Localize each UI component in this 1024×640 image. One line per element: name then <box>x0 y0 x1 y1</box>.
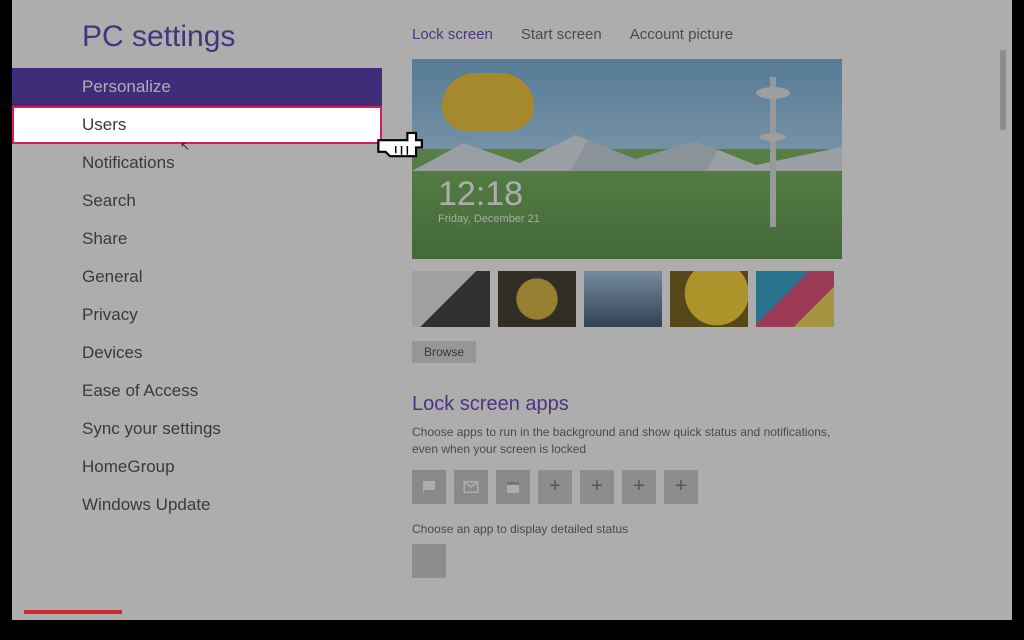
lockscreen-apps-desc: Choose apps to run in the background and… <box>412 424 842 458</box>
page-title: PC settings <box>12 14 382 68</box>
sidebar-item-share[interactable]: Share <box>12 220 382 258</box>
lockscreen-thumbnails <box>412 271 982 327</box>
scrollbar[interactable] <box>1000 50 1006 130</box>
sidebar-item-windows-update[interactable]: Windows Update <box>12 486 382 524</box>
quick-status-slot-mail[interactable] <box>454 470 488 504</box>
personalize-panel: Lock screen Start screen Account picture 1… <box>382 0 1012 620</box>
lockscreen-preview[interactable]: 12:18 Friday, December 21 <box>412 59 842 259</box>
video-progress-bar[interactable] <box>24 610 122 614</box>
browse-button[interactable]: Browse <box>412 341 476 363</box>
lockscreen-thumb-2[interactable] <box>498 271 576 327</box>
cloud-decor <box>442 73 534 131</box>
lockscreen-thumb-5[interactable] <box>756 271 834 327</box>
sidebar-item-general[interactable]: General <box>12 258 382 296</box>
quick-status-slot-messaging[interactable] <box>412 470 446 504</box>
calendar-icon <box>504 478 522 496</box>
quick-status-slot-add-4[interactable]: + <box>664 470 698 504</box>
settings-sidebar: PC settings PersonalizeUsersNotification… <box>12 0 382 620</box>
lockscreen-thumb-1[interactable] <box>412 271 490 327</box>
sidebar-item-users[interactable]: Users <box>12 106 382 144</box>
settings-nav: PersonalizeUsersNotificationsSearchShare… <box>12 68 382 524</box>
sidebar-item-homegroup[interactable]: HomeGroup <box>12 448 382 486</box>
lockscreen-time: 12:18 <box>438 177 540 211</box>
detailed-status-slot[interactable] <box>412 544 446 578</box>
sidebar-item-devices[interactable]: Devices <box>12 334 382 372</box>
lockscreen-date: Friday, December 21 <box>438 213 540 225</box>
personalize-tabs: Lock screen Start screen Account picture <box>412 26 982 43</box>
sidebar-item-ease-of-access[interactable]: Ease of Access <box>12 372 382 410</box>
quick-status-slots: + + + + <box>412 470 982 504</box>
sidebar-item-sync-your-settings[interactable]: Sync your settings <box>12 410 382 448</box>
pc-settings-window: PC settings PersonalizeUsersNotification… <box>12 0 1012 620</box>
lockscreen-thumb-4[interactable] <box>670 271 748 327</box>
space-needle-decor <box>770 77 776 227</box>
lockscreen-thumb-3[interactable] <box>584 271 662 327</box>
quick-status-slot-calendar[interactable] <box>496 470 530 504</box>
lockscreen-clock: 12:18 Friday, December 21 <box>438 177 540 225</box>
sidebar-item-notifications[interactable]: Notifications <box>12 144 382 182</box>
mail-icon <box>462 478 480 496</box>
tab-start-screen[interactable]: Start screen <box>521 26 602 43</box>
quick-status-slot-add-3[interactable]: + <box>622 470 656 504</box>
sidebar-item-personalize[interactable]: Personalize <box>12 68 382 106</box>
lockscreen-apps-heading: Lock screen apps <box>412 393 982 416</box>
quick-status-slot-add-1[interactable]: + <box>538 470 572 504</box>
tab-lock-screen[interactable]: Lock screen <box>412 26 493 43</box>
chat-icon <box>420 478 438 496</box>
detailed-status-desc: Choose an app to display detailed status <box>412 522 982 536</box>
quick-status-slot-add-2[interactable]: + <box>580 470 614 504</box>
sidebar-item-search[interactable]: Search <box>12 182 382 220</box>
tab-account-picture[interactable]: Account picture <box>630 26 733 43</box>
sidebar-item-privacy[interactable]: Privacy <box>12 296 382 334</box>
